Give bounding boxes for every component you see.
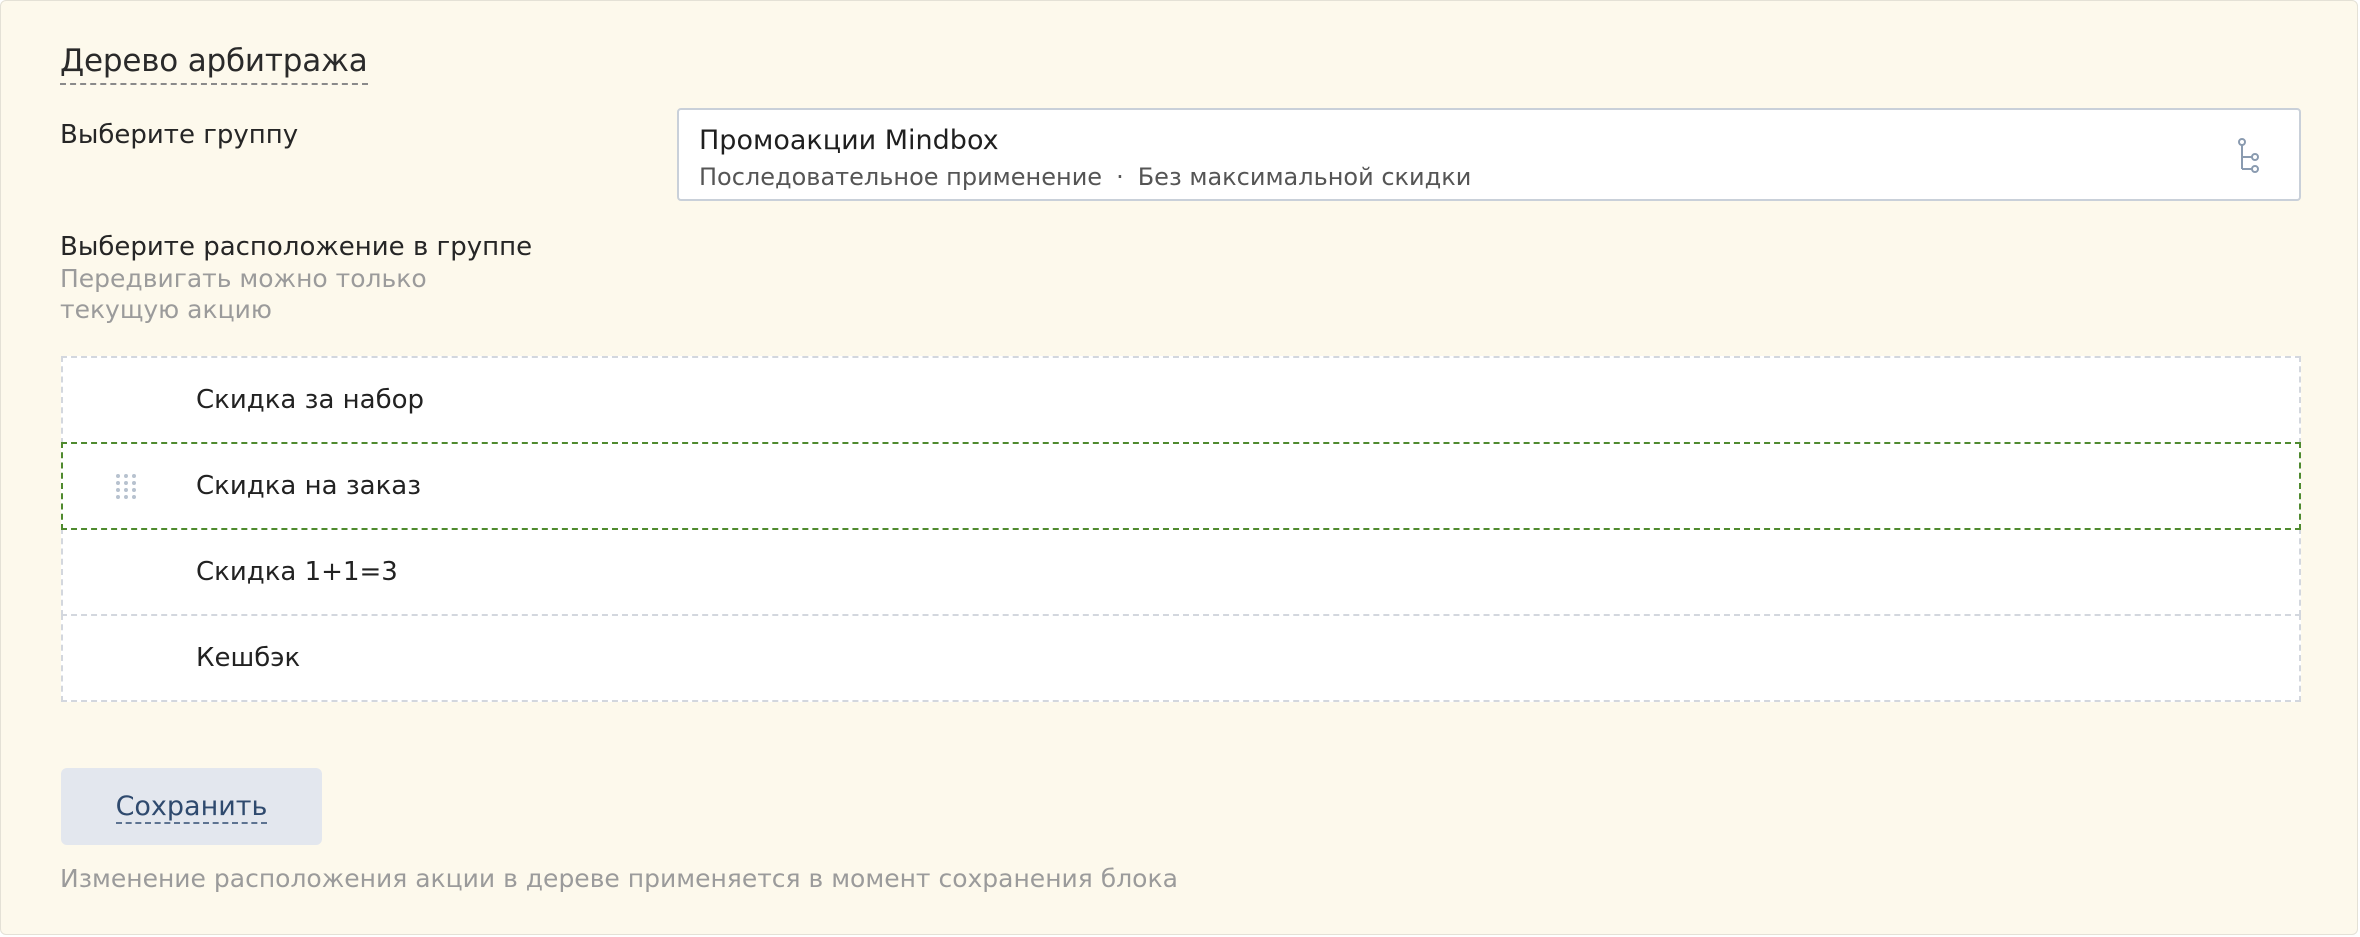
list-item-label: Скидка 1+1=3: [196, 557, 398, 587]
arbitration-tree-panel: Дерево арбитража Выберите группу Промоак…: [0, 0, 2358, 935]
save-note: Изменение расположения акции в дереве пр…: [60, 864, 1178, 893]
save-button[interactable]: Сохранить: [61, 768, 322, 845]
group-select-label: Выберите группу: [60, 120, 299, 150]
save-button-label: Сохранить: [115, 790, 268, 824]
drag-handle-icon[interactable]: [115, 473, 137, 501]
group-discount-limit: Без максимальной скидки: [1137, 163, 1472, 191]
tree-structure-icon[interactable]: [2237, 138, 2261, 174]
group-mode: Последовательное применение: [699, 163, 1103, 191]
meta-separator: ·: [1116, 163, 1124, 191]
list-item: Кешбэк: [61, 614, 2301, 702]
placement-hint: Передвигать можно только текущую акцию: [60, 264, 427, 324]
list-item-label: Кешбэк: [196, 643, 301, 673]
group-selected-name: Промоакции Mindbox: [699, 125, 999, 156]
list-item-label: Скидка за набор: [196, 385, 425, 415]
list-item: Скидка 1+1=3: [61, 528, 2301, 616]
group-select-field[interactable]: Промоакции Mindbox Последовательное прим…: [677, 108, 2301, 201]
page-title[interactable]: Дерево арбитража: [60, 39, 368, 85]
placement-label: Выберите расположение в группе: [60, 232, 533, 262]
list-item-current[interactable]: Скидка на заказ: [61, 442, 2301, 530]
list-item-label: Скидка на заказ: [196, 471, 422, 501]
list-item: Скидка за набор: [61, 356, 2301, 444]
group-meta: Последовательное применение · Без максимал…: [699, 162, 1471, 192]
placement-list: Скидка за набор Скидка на заказ Скидка 1…: [61, 356, 2301, 702]
